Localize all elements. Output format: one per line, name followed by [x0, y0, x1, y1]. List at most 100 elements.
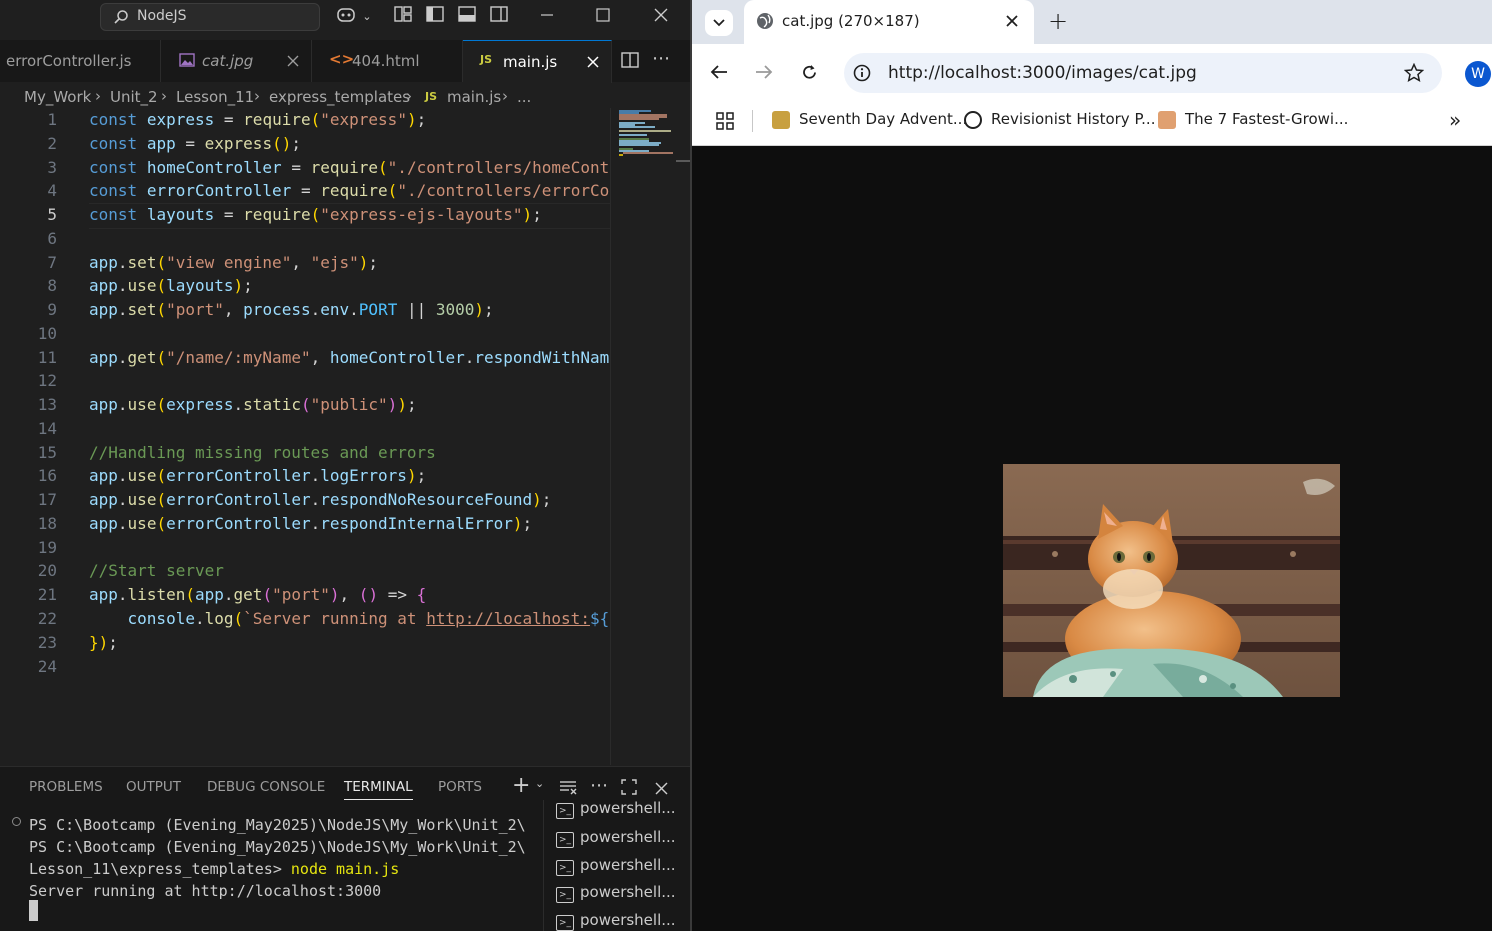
forward-arrow-icon[interactable]: [755, 64, 773, 80]
cat-image: [1003, 464, 1340, 697]
bookmark-item[interactable]: Seventh Day Advent...: [772, 110, 967, 134]
browser-tab[interactable]: cat.jpg (270×187): [744, 0, 1034, 44]
line-number: 16: [37, 466, 57, 485]
code-line: const express = require("express");: [89, 110, 427, 129]
profile-avatar[interactable]: W: [1465, 61, 1491, 87]
bookmarks-overflow-icon[interactable]: »: [1449, 108, 1461, 132]
tab-output[interactable]: OUTPUT: [126, 779, 181, 795]
code-line: const layouts = require("express-ejs-lay…: [89, 205, 542, 224]
line-number: 17: [37, 490, 57, 509]
line-number: 1: [47, 110, 57, 129]
tab-problems[interactable]: PROBLEMS: [29, 779, 103, 795]
more-actions-icon[interactable]: ⋯: [590, 775, 608, 796]
maximize-panel-icon[interactable]: [621, 779, 637, 799]
terminal-instance-list: >_ powershell... >_ powershell... >_ powers…: [543, 800, 690, 931]
terminal-line: Lesson_11\express_templates> node main.j…: [29, 860, 400, 878]
code-line: const homeController = require("./contro…: [89, 158, 610, 177]
terminal-output[interactable]: PS C:\Bootcamp (Evening_May2025)\NodeJS\…: [0, 808, 526, 931]
breadcrumb-item[interactable]: express_templates: [269, 88, 410, 106]
search-icon: [114, 10, 128, 24]
tab-errorcontroller[interactable]: errorController.js: [0, 40, 161, 82]
address-bar[interactable]: http://localhost:3000/images/cat.jpg: [844, 53, 1442, 93]
copilot-icon[interactable]: [335, 6, 357, 28]
tab-ports[interactable]: PORTS: [438, 779, 482, 795]
tab-title: cat.jpg (270×187): [782, 12, 920, 30]
close-icon[interactable]: [650, 6, 672, 28]
bookmark-item[interactable]: Revisionist History P...: [964, 110, 1155, 134]
line-number: 5: [47, 205, 57, 224]
chevron-down-icon[interactable]: ⌄: [535, 777, 544, 790]
close-tab-icon[interactable]: [587, 56, 599, 68]
code-editor[interactable]: 1 2 3 4 5 6 7 8 9 10 11 12 13 14 15 16 1…: [0, 110, 610, 765]
terminal-icon: >_: [556, 832, 574, 848]
breadcrumb-item[interactable]: My_Work: [24, 88, 91, 106]
split-editor-icon[interactable]: [621, 52, 639, 72]
bookmark-item[interactable]: The 7 Fastest-Growi...: [1158, 110, 1348, 134]
terminal-line: PS C:\Bootcamp (Evening_May2025)\NodeJS\…: [29, 816, 526, 834]
js-icon: JS: [480, 53, 493, 66]
html-icon: <>: [329, 50, 355, 68]
close-icon[interactable]: [1006, 15, 1018, 27]
code-line: app.use(layouts);: [89, 276, 253, 295]
code-line: const app = express();: [89, 134, 301, 153]
toggle-panel-icon[interactable]: [456, 6, 478, 28]
command-center-label: NodeJS: [137, 8, 187, 24]
code-line: });: [89, 633, 118, 652]
more-actions-icon[interactable]: ⋯: [652, 48, 670, 69]
line-number: 21: [37, 585, 57, 604]
toggle-sidebar-icon[interactable]: [424, 6, 446, 28]
tab-strip: cat.jpg (270×187) +: [692, 0, 1492, 44]
tab-label: cat.jpg: [202, 52, 254, 70]
bookmark-favicon-icon: [1158, 111, 1176, 129]
minimap[interactable]: [610, 108, 677, 765]
tab-search-button[interactable]: [705, 10, 733, 36]
reload-icon[interactable]: [801, 64, 818, 81]
tab-terminal[interactable]: TERMINAL: [344, 779, 413, 800]
code-line: const errorController = require("./contr…: [89, 181, 610, 200]
url-text: http://localhost:3000/images/cat.jpg: [888, 63, 1197, 83]
breadcrumb-item[interactable]: ...: [517, 88, 531, 106]
star-icon[interactable]: [1404, 63, 1424, 83]
line-number: 9: [47, 300, 57, 319]
breadcrumb-item[interactable]: main.js: [447, 88, 501, 106]
code-line: app.use(express.static("public"));: [89, 395, 417, 414]
terminal-icon: >_: [556, 915, 574, 931]
layout-panels-icon[interactable]: [392, 6, 414, 28]
maximize-icon[interactable]: [592, 6, 614, 28]
minimize-icon[interactable]: [536, 6, 558, 28]
clear-terminal-icon[interactable]: [559, 779, 577, 799]
tab-cat-jpg[interactable]: cat.jpg: [161, 40, 312, 82]
code-line: app.use(errorController.respondInternalE…: [89, 514, 533, 533]
minimap-preview: [619, 110, 673, 156]
new-terminal-icon[interactable]: +: [512, 773, 530, 798]
line-number: 10: [37, 324, 57, 343]
back-arrow-icon[interactable]: [710, 64, 728, 80]
line-number: 20: [37, 561, 57, 580]
code-line: app.set("view engine", "ejs");: [89, 253, 379, 272]
breadcrumb-item[interactable]: Unit_2: [110, 88, 158, 106]
tab-404-html[interactable]: <> 404.html: [312, 40, 463, 82]
terminal-line: PS C:\Bootcamp (Evening_May2025)\NodeJS\…: [29, 838, 526, 856]
line-number: 12: [37, 371, 57, 390]
editor-scrollbar[interactable]: [676, 108, 690, 765]
tab-main-js[interactable]: JS main.js: [463, 40, 612, 83]
scroll-indicator: [676, 160, 690, 162]
chevron-down-icon: [713, 19, 725, 27]
site-info-icon[interactable]: [853, 64, 871, 82]
chevron-right-icon: ›: [502, 87, 508, 105]
command-center-search[interactable]: NodeJS: [100, 3, 320, 31]
breadcrumb-item[interactable]: Lesson_11: [176, 88, 254, 106]
chevron-right-icon: ›: [95, 87, 101, 105]
code-line: app.listen(app.get("port"), () => {: [89, 585, 427, 604]
close-panel-icon[interactable]: [655, 780, 668, 799]
tab-debug-console[interactable]: DEBUG CONSOLE: [207, 779, 325, 795]
chevron-right-icon: ›: [406, 87, 412, 105]
line-number: 23: [37, 633, 57, 652]
new-tab-button[interactable]: +: [1048, 7, 1068, 35]
chevron-down-icon[interactable]: ⌄: [356, 6, 378, 28]
command-decoration-icon: [12, 817, 21, 826]
apps-grid-icon[interactable]: [716, 112, 734, 130]
toggle-secondary-sidebar-icon[interactable]: [488, 6, 510, 28]
close-tab-icon[interactable]: [287, 55, 299, 67]
bookmark-separator: [752, 110, 753, 132]
